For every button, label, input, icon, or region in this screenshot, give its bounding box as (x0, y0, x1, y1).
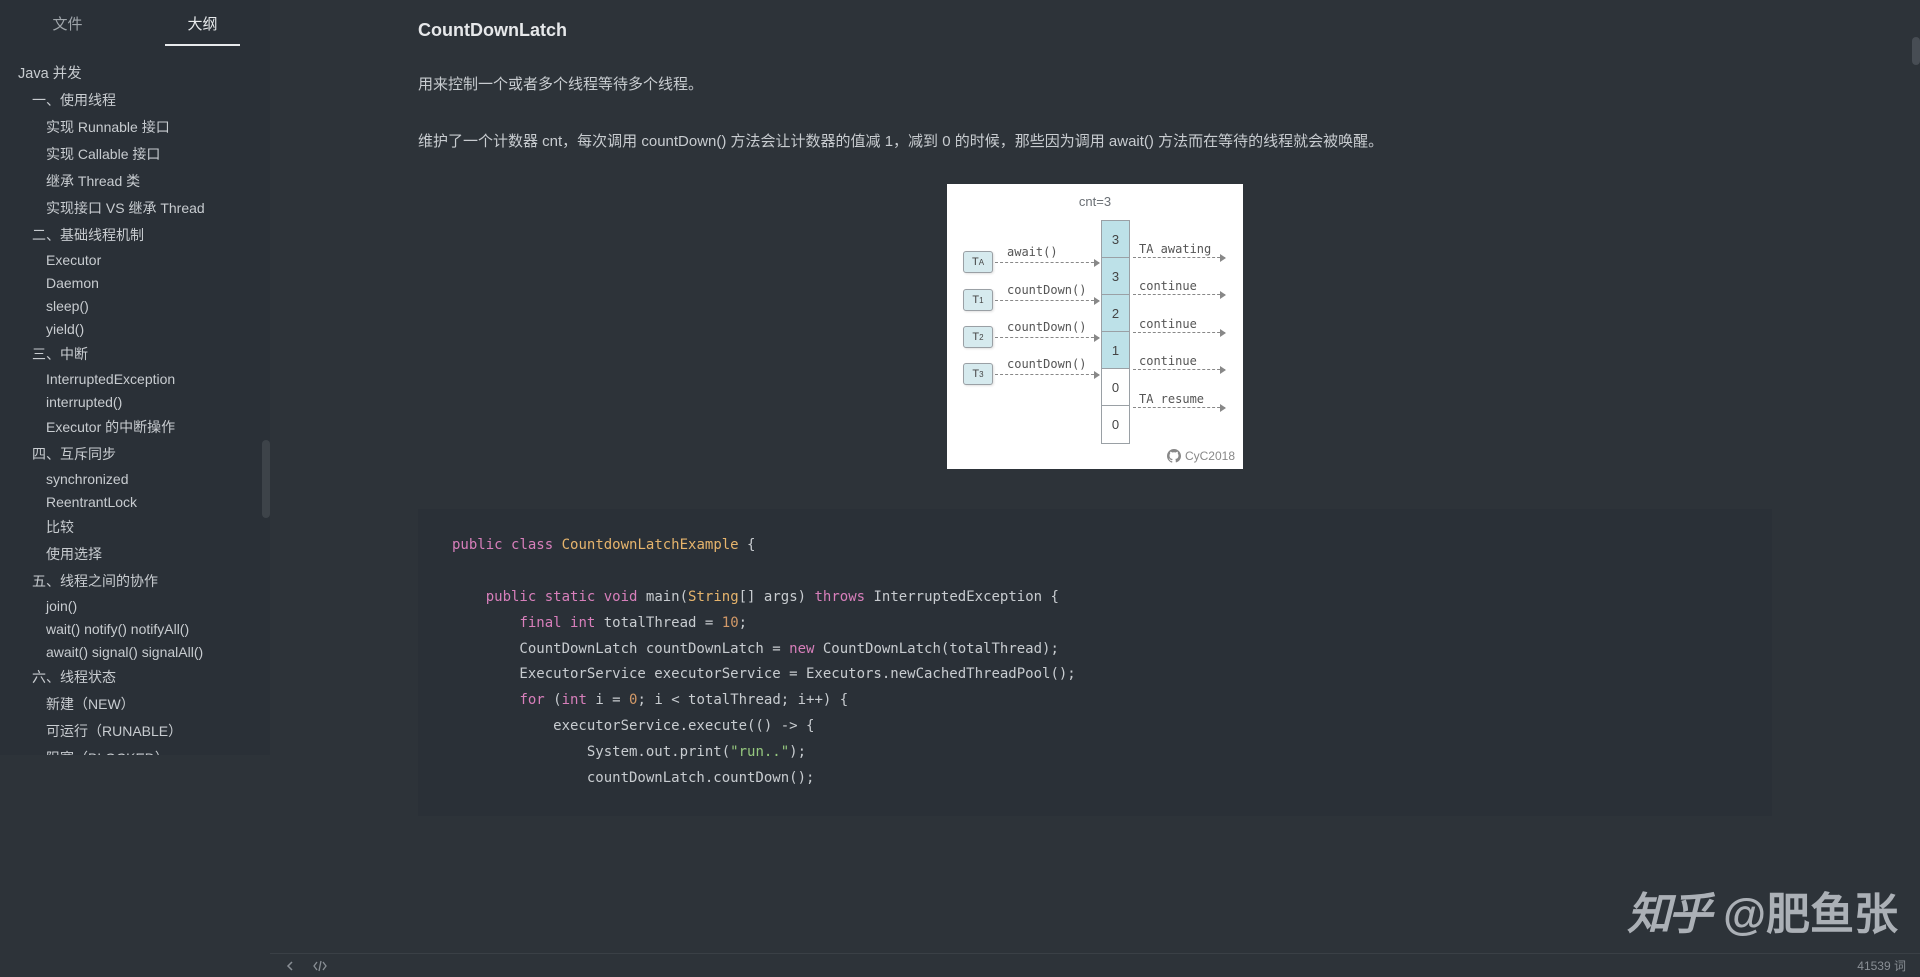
content-area: CountDownLatch 用来控制一个或者多个线程等待多个线程。 维护了一个… (270, 0, 1920, 953)
outline-item[interactable]: Executor 的中断操作 (0, 413, 270, 440)
outline-item[interactable]: InterruptedException (0, 367, 270, 390)
outline-item[interactable]: Executor (0, 248, 270, 271)
diagram-state-label: TA resume (1139, 392, 1204, 406)
outline-item[interactable]: 六、线程状态 (0, 663, 270, 690)
sidebar-tabs: 文件 大纲 (0, 0, 270, 46)
diagram-stack-cell: 3 (1102, 258, 1129, 295)
sidebar: 文件 大纲 Java 并发一、使用线程实现 Runnable 接口实现 Call… (0, 0, 270, 755)
outline-item[interactable]: 五、线程之间的协作 (0, 567, 270, 594)
outline-item[interactable]: 二、基础线程机制 (0, 221, 270, 248)
outline-item[interactable]: 阻塞（BLOCKED） (0, 744, 270, 755)
diagram-stack-cell: 2 (1102, 295, 1129, 332)
outline-item[interactable]: yield() (0, 317, 270, 340)
diagram-thread-box: T1 (963, 289, 993, 311)
paragraph: 用来控制一个或者多个线程等待多个线程。 (418, 71, 1772, 100)
tab-outline[interactable]: 大纲 (135, 0, 270, 46)
outline-item[interactable]: 四、互斥同步 (0, 440, 270, 467)
diagram-arrow (995, 374, 1099, 375)
diagram-state-label: continue (1139, 279, 1197, 293)
diagram-thread-box: TA (963, 251, 993, 273)
outline-item[interactable]: Java 并发 (0, 58, 270, 86)
diagram-arrow (995, 300, 1099, 301)
word-count[interactable]: 41539 词 (1857, 957, 1906, 974)
paragraph: 维护了一个计数器 cnt，每次调用 countDown() 方法会让计数器的值减… (418, 128, 1772, 157)
sidebar-scrollbar[interactable] (262, 440, 270, 518)
diagram-arrow (1133, 407, 1225, 408)
outline-item[interactable]: 实现 Runnable 接口 (0, 113, 270, 140)
outline-item[interactable]: sleep() (0, 294, 270, 317)
outline-item[interactable]: await() signal() signalAll() (0, 640, 270, 663)
diagram-state-label: continue (1139, 354, 1197, 368)
diagram-stack: 332100 (1101, 220, 1130, 444)
main-scrollbar[interactable] (1912, 37, 1920, 65)
diagram-arrow (995, 262, 1099, 263)
diagram-arrow (1133, 294, 1225, 295)
countdownlatch-diagram: cnt=3332100TAawait()T1countDown()T2count… (947, 184, 1243, 469)
statusbar: 41539 词 (270, 953, 1920, 977)
diagram-method-label: await() (1007, 245, 1058, 259)
outline-item[interactable]: Daemon (0, 271, 270, 294)
sidebar-toggle-icon[interactable] (284, 960, 296, 972)
diagram-stack-cell: 3 (1102, 221, 1129, 258)
code-block: public class CountdownLatchExample { pub… (418, 509, 1772, 816)
diagram-arrow (995, 337, 1099, 338)
diagram-stack-cell: 0 (1102, 369, 1129, 406)
outline-item[interactable]: 实现 Callable 接口 (0, 140, 270, 167)
outline-item[interactable]: 新建（NEW） (0, 690, 270, 717)
diagram-method-label: countDown() (1007, 283, 1086, 297)
source-mode-icon[interactable] (312, 960, 328, 972)
outline-item[interactable]: wait() notify() notifyAll() (0, 617, 270, 640)
diagram-credit: CyC2018 (1167, 449, 1235, 463)
diagram-container: cnt=3332100TAawait()T1countDown()T2count… (418, 184, 1772, 469)
outline-item[interactable]: interrupted() (0, 390, 270, 413)
outline-item[interactable]: 三、中断 (0, 340, 270, 367)
diagram-arrow (1133, 369, 1225, 370)
diagram-arrow (1133, 332, 1225, 333)
outline-tree: Java 并发一、使用线程实现 Runnable 接口实现 Callable 接… (0, 46, 270, 755)
diagram-stack-cell: 0 (1102, 406, 1129, 443)
outline-item[interactable]: 可运行（RUNABLE） (0, 717, 270, 744)
diagram-stack-cell: 1 (1102, 332, 1129, 369)
outline-item[interactable]: 比较 (0, 513, 270, 540)
outline-item[interactable]: 实现接口 VS 继承 Thread (0, 194, 270, 221)
diagram-method-label: countDown() (1007, 357, 1086, 371)
diagram-arrow (1133, 257, 1225, 258)
diagram-state-label: TA awating (1139, 242, 1211, 256)
diagram-thread-box: T2 (963, 326, 993, 348)
diagram-state-label: continue (1139, 317, 1197, 331)
diagram-thread-box: T3 (963, 363, 993, 385)
outline-item[interactable]: 一、使用线程 (0, 86, 270, 113)
tab-file[interactable]: 文件 (0, 0, 135, 46)
outline-item[interactable]: join() (0, 594, 270, 617)
section-title: CountDownLatch (418, 0, 1772, 41)
outline-item[interactable]: synchronized (0, 467, 270, 490)
diagram-cnt-label: cnt=3 (947, 194, 1243, 209)
outline-item[interactable]: ReentrantLock (0, 490, 270, 513)
outline-item[interactable]: 继承 Thread 类 (0, 167, 270, 194)
diagram-method-label: countDown() (1007, 320, 1086, 334)
outline-item[interactable]: 使用选择 (0, 540, 270, 567)
